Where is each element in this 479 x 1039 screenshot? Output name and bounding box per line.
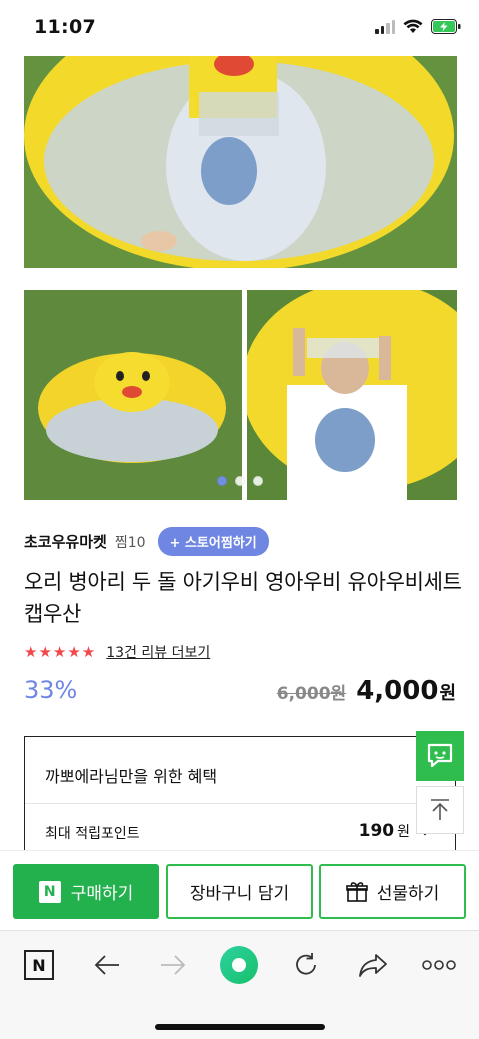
forward-button[interactable]: [151, 943, 195, 987]
pager-dot[interactable]: [234, 476, 245, 486]
status-icons: [375, 19, 461, 34]
product-title: 오리 병아리 두 돌 아기우비 영아우비 유아우비세트 캡우산: [24, 570, 462, 626]
price-group: 6,000원 4,000원: [277, 676, 456, 706]
naver-home-button[interactable]: N: [17, 943, 61, 987]
green-dot-icon: [220, 946, 258, 984]
more-button[interactable]: [417, 943, 461, 987]
benefit-box: 까뽀에라님만을 위한 혜택 최대 적립포인트 190 원: [24, 736, 456, 856]
back-button[interactable]: [85, 943, 129, 987]
browser-toolbar: N: [0, 930, 479, 1039]
more-dots-icon: [422, 960, 456, 970]
benefit-divider: [25, 803, 455, 804]
gift-icon: [345, 881, 368, 902]
product-photo-kid-wearing: [247, 290, 457, 500]
max-point-value: 190: [358, 821, 395, 841]
talktalk-chat-button[interactable]: [416, 731, 464, 781]
pager-dot[interactable]: [216, 476, 227, 486]
product-photo-main: [24, 56, 457, 268]
gift-button-label: 선물하기: [376, 884, 440, 904]
store-zzim-count: 찜10: [114, 534, 146, 551]
product-image-gallery[interactable]: [0, 56, 479, 500]
share-icon: [359, 954, 387, 977]
benefit-title: 까뽀에라님만을 위한 혜택: [45, 767, 218, 786]
rating-row: ★★★★★ 13건 리뷰 더보기: [24, 642, 210, 662]
store-row: 초코우유마켓 찜10 + 스토어찜하기: [24, 527, 269, 556]
max-point-unit: 원: [397, 824, 410, 840]
review-more-link[interactable]: 13건 리뷰 더보기: [106, 642, 210, 662]
product-photo-duck-hat: [24, 290, 242, 500]
scroll-top-button[interactable]: [416, 786, 464, 834]
status-time: 11:07: [34, 16, 96, 38]
purchase-action-bar: N 구매하기 장바구니 담기 선물하기: [0, 850, 479, 930]
home-indicator: [155, 1024, 325, 1030]
sale-price-group: 4,000원: [356, 676, 456, 706]
naverpay-n-icon: N: [38, 880, 61, 903]
max-point-label: 최대 적립포인트: [45, 826, 140, 842]
chat-bubble-icon: [427, 743, 453, 768]
original-price: 6,000원: [276, 684, 347, 704]
store-name[interactable]: 초코우유마켓: [24, 531, 107, 552]
buy-button-label: 구매하기: [70, 884, 134, 904]
sale-price-unit: 원: [439, 683, 456, 704]
refresh-icon: [296, 953, 316, 975]
status-bar: 11:07: [0, 0, 479, 56]
cellular-signal-icon: [375, 19, 395, 34]
cart-button-label: 장바구니 담기: [189, 884, 290, 904]
battery-charging-icon: [431, 19, 461, 34]
arrow-up-icon: [431, 799, 449, 820]
price-row: 33% 6,000원 4,000원: [24, 676, 456, 712]
wifi-icon: [403, 19, 423, 33]
naver-badge-label: N: [32, 955, 46, 975]
gallery-pager: [0, 476, 479, 486]
gift-button[interactable]: 선물하기: [319, 864, 466, 919]
store-zzim-button[interactable]: + 스토어찜하기: [157, 527, 269, 556]
rating-stars: ★★★★★: [24, 643, 97, 661]
discount-rate: 33%: [24, 676, 78, 704]
sale-price: 4,000: [356, 676, 439, 706]
arrow-right-icon: [161, 955, 186, 975]
green-dot-button[interactable]: [217, 943, 261, 987]
add-to-cart-button[interactable]: 장바구니 담기: [166, 864, 313, 919]
refresh-button[interactable]: [284, 943, 328, 987]
arrow-left-icon: [94, 955, 119, 975]
pager-dot[interactable]: [252, 476, 263, 486]
naver-n-icon: N: [24, 950, 54, 980]
share-button[interactable]: [351, 943, 395, 987]
buy-button[interactable]: N 구매하기: [13, 864, 159, 919]
